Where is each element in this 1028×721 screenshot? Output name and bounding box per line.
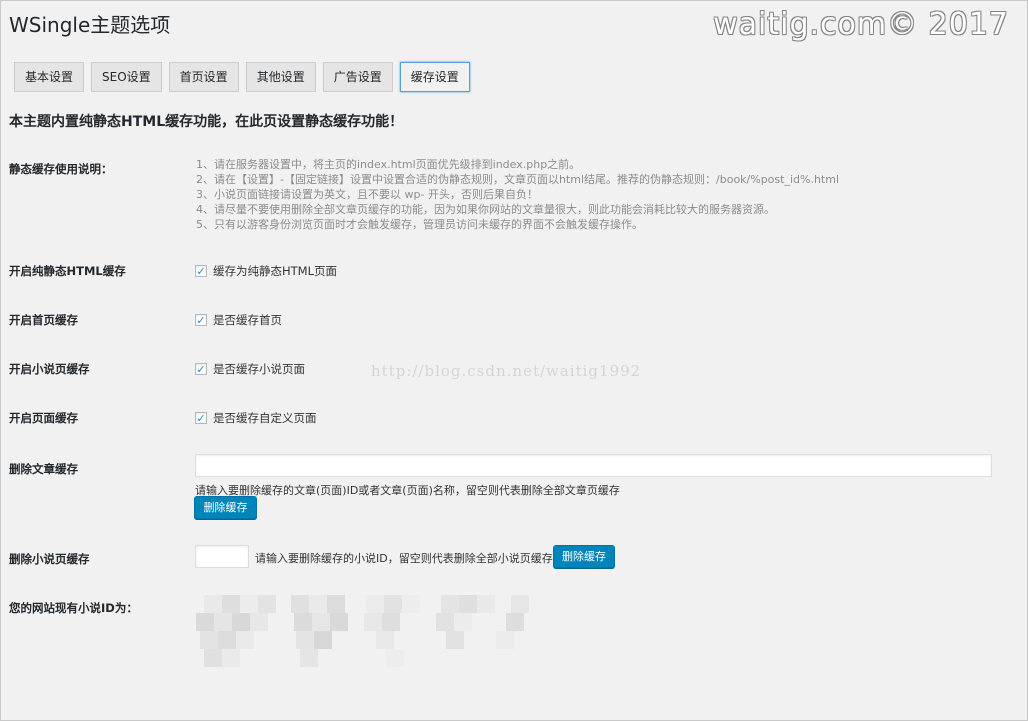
- tab-basic[interactable]: 基本设置: [14, 62, 85, 92]
- home-cache-checkbox[interactable]: ✓: [195, 314, 207, 326]
- novel-ids-pixelated: [196, 593, 541, 673]
- checkmark-icon: ✓: [196, 362, 206, 376]
- novel-cache-checkbox-label[interactable]: 是否缓存小说页面: [213, 361, 305, 377]
- delete-post-cache-label: 删除文章缓存: [9, 462, 78, 476]
- page-cache-checkbox-label[interactable]: 是否缓存自定义页面: [213, 410, 317, 426]
- admin-page: WSingle主题选项 waitig.com© 2017 基本设置 SEO设置 …: [0, 0, 1028, 721]
- settings-tabs: 基本设置 SEO设置 首页设置 其他设置 广告设置 缓存设置: [14, 62, 470, 92]
- novel-ids-label: 您的网站现有小说ID为：: [9, 601, 138, 615]
- tab-other[interactable]: 其他设置: [245, 62, 316, 92]
- usage-line: 5、只有以游客身份浏览页面时才会触发缓存，管理员访问未缓存的界面不会触发缓存操作…: [196, 218, 643, 231]
- delete-post-cache-input[interactable]: [195, 454, 992, 477]
- home-cache-checkbox-label[interactable]: 是否缓存首页: [213, 312, 282, 328]
- delete-novel-cache-button[interactable]: 删除缓存: [553, 545, 615, 568]
- watermark-logo: waitig.com© 2017: [713, 7, 1009, 42]
- delete-post-cache-description: 请输入要删除缓存的文章(页面)ID或者文章(页面)名称，留空则代表删除全部文章页…: [195, 484, 620, 497]
- option-static-html: ✓ 缓存为纯静态HTML页面: [195, 263, 337, 279]
- delete-novel-cache-label: 删除小说页缓存: [9, 552, 90, 566]
- option-novel: ✓ 是否缓存小说页面: [195, 361, 305, 377]
- static-html-checkbox-label[interactable]: 缓存为纯静态HTML页面: [213, 263, 337, 279]
- page-cache-checkbox[interactable]: ✓: [195, 412, 207, 424]
- delete-novel-cache-description: 请输入要删除缓存的小说ID，留空则代表删除全部小说页缓存: [255, 552, 553, 565]
- novel-cache-checkbox[interactable]: ✓: [195, 363, 207, 375]
- section-intro: 本主题内置纯静态HTML缓存功能，在此页设置静态缓存功能！: [9, 114, 404, 130]
- option-label-home: 开启首页缓存: [9, 313, 78, 327]
- option-label-novel: 开启小说页缓存: [9, 362, 90, 376]
- usage-line: 3、小说页面链接请设置为英文，且不要以 wp- 开头，否则后果自负！: [196, 188, 538, 201]
- checkmark-icon: ✓: [196, 264, 206, 278]
- tab-home[interactable]: 首页设置: [168, 62, 239, 92]
- checkmark-icon: ✓: [196, 411, 206, 425]
- option-home: ✓ 是否缓存首页: [195, 312, 282, 328]
- delete-novel-cache-input[interactable]: [195, 545, 249, 568]
- watermark-url: http://blog.csdn.net/waitig1992: [371, 362, 642, 380]
- usage-line: 2、请在【设置】-【固定链接】设置中设置合适的伪静态规则，文章页面以html结尾…: [196, 173, 839, 186]
- usage-line: 4、请尽量不要使用删除全部文章页缓存的功能，因为如果你网站的文章量很大，则此功能…: [196, 203, 775, 216]
- usage-instructions: 1、请在服务器设置中，将主页的index.html页面优先级排到index.ph…: [196, 157, 839, 232]
- usage-label: 静态缓存使用说明：: [9, 162, 113, 176]
- option-label-static-html: 开启纯静态HTML缓存: [9, 264, 126, 278]
- tab-ads[interactable]: 广告设置: [322, 62, 393, 92]
- option-label-page: 开启页面缓存: [9, 411, 78, 425]
- delete-post-cache-button[interactable]: 删除缓存: [194, 496, 257, 519]
- usage-line: 1、请在服务器设置中，将主页的index.html页面优先级排到index.ph…: [196, 158, 581, 171]
- tab-seo[interactable]: SEO设置: [91, 62, 162, 92]
- checkmark-icon: ✓: [196, 313, 206, 327]
- tab-cache[interactable]: 缓存设置: [399, 62, 470, 92]
- option-page: ✓ 是否缓存自定义页面: [195, 410, 317, 426]
- page-title: WSingle主题选项: [9, 13, 171, 37]
- static-html-checkbox[interactable]: ✓: [195, 265, 207, 277]
